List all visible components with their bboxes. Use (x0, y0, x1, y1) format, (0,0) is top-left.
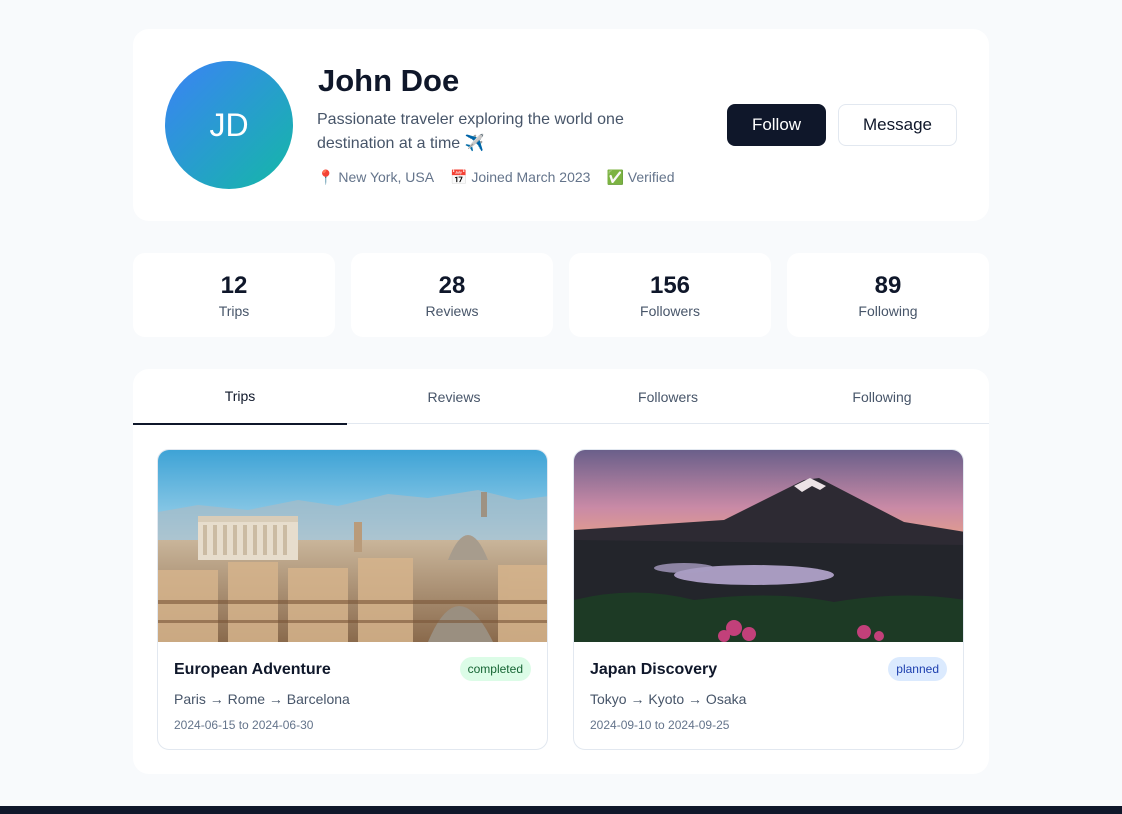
message-button[interactable]: Message (838, 104, 957, 146)
avatar-initials: JD (209, 106, 249, 143)
footer-bar (0, 806, 1122, 814)
avatar[interactable]: JD (165, 61, 293, 189)
status-badge: planned (888, 657, 947, 681)
location-text: New York, USA (338, 169, 435, 185)
location-meta: 📍 New York, USA (317, 169, 434, 186)
follow-button[interactable]: Follow (727, 104, 826, 146)
pin-icon: 📍 (317, 169, 335, 185)
content-card: Trips Reviews Followers Following Europe… (133, 369, 989, 774)
stat-label: Following (858, 303, 918, 319)
stat-value: 12 (220, 272, 248, 299)
stat-value: 89 (874, 272, 902, 299)
verified-text: Verified (627, 169, 675, 185)
profile-meta: 📍 New York, USA 📅 Joined March 2023 ✅ Ve… (317, 169, 674, 186)
trip-dates: 2024-06-15 to 2024-06-30 (174, 718, 314, 732)
tab-label: Followers (638, 388, 698, 405)
trip-image-rome (158, 450, 547, 642)
trip-title: European Adventure (174, 661, 331, 678)
tab-reviews[interactable]: Reviews (347, 369, 561, 424)
stat-label: Reviews (425, 303, 479, 319)
stat-label: Followers (640, 303, 700, 319)
stat-trips[interactable]: 12 Trips (133, 253, 335, 337)
trip-card[interactable]: Japan Discovery planned Tokyo → Kyoto → … (573, 449, 964, 750)
joined-text: Joined March 2023 (471, 169, 591, 185)
tab-label: Following (852, 388, 912, 405)
checkmark-icon: ✅ (606, 169, 624, 185)
profile-card: JD John Doe Passionate traveler explorin… (133, 29, 989, 221)
stat-label: Trips (218, 303, 250, 319)
status-badge: completed (459, 657, 531, 681)
tab-followers[interactable]: Followers (561, 369, 775, 424)
trip-card[interactable]: European Adventure completed Paris → Rom… (157, 449, 548, 750)
stat-value: 156 (649, 272, 691, 299)
trip-title: Japan Discovery (590, 661, 718, 678)
trip-route: Tokyo → Kyoto → Osaka (590, 691, 747, 707)
joined-meta: 📅 Joined March 2023 (450, 169, 590, 186)
stat-value: 28 (438, 272, 466, 299)
tab-following[interactable]: Following (775, 369, 989, 424)
tab-bar: Trips Reviews Followers Following (133, 369, 989, 425)
verified-meta: ✅ Verified (606, 169, 674, 186)
trip-route: Paris → Rome → Barcelona (174, 691, 350, 707)
profile-bio: Passionate traveler exploring the world … (317, 111, 624, 152)
stat-following[interactable]: 89 Following (787, 253, 989, 337)
trip-dates: 2024-09-10 to 2024-09-25 (590, 718, 730, 732)
calendar-icon: 📅 (450, 169, 468, 185)
tab-label: Trips (224, 387, 256, 404)
stat-reviews[interactable]: 28 Reviews (351, 253, 553, 337)
profile-name: John Doe (318, 63, 460, 98)
trip-image-fuji (574, 450, 963, 642)
tab-label: Reviews (427, 388, 481, 405)
tab-trips[interactable]: Trips (133, 369, 347, 425)
stat-followers[interactable]: 156 Followers (569, 253, 771, 337)
